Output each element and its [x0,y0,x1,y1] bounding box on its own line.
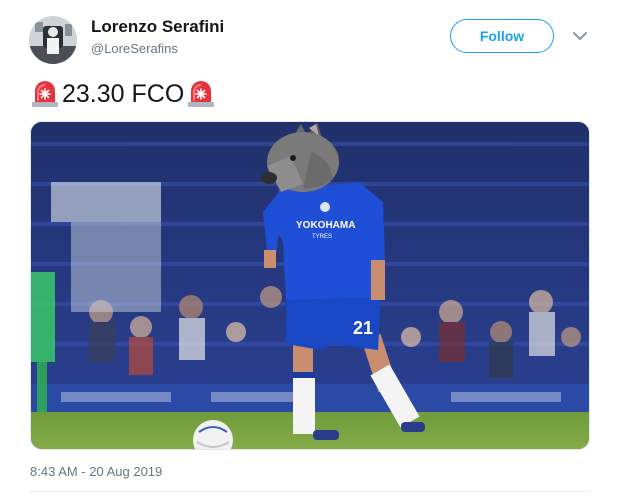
tweet-text: 23.30 FCO [30,78,216,110]
tweet: Lorenzo Serafini @LoreSerafins Follow 23… [0,0,620,496]
tweet-media-photo[interactable]: 21 YOKOHAMA TYRES [30,121,590,450]
author-handle[interactable]: @LoreSerafins [91,41,178,56]
shirt-number: 21 [353,318,373,338]
avatar-image [29,16,77,64]
avatar[interactable] [29,16,77,64]
tweet-text-content: 23.30 FCO [62,79,185,108]
chevron-down-icon[interactable] [572,30,588,42]
follow-button[interactable]: Follow [450,19,554,53]
divider [30,491,590,492]
police-car-light-icon [188,81,215,107]
author-name[interactable]: Lorenzo Serafini [91,17,224,37]
kit-sponsor: YOKOHAMA [296,220,355,231]
police-car-light-icon [32,81,58,107]
football-player-photo: 21 YOKOHAMA TYRES [31,122,589,449]
kit-sponsor-sub: TYRES [312,234,332,240]
timestamp[interactable]: 8:43 AM - 20 Aug 2019 [30,464,162,479]
